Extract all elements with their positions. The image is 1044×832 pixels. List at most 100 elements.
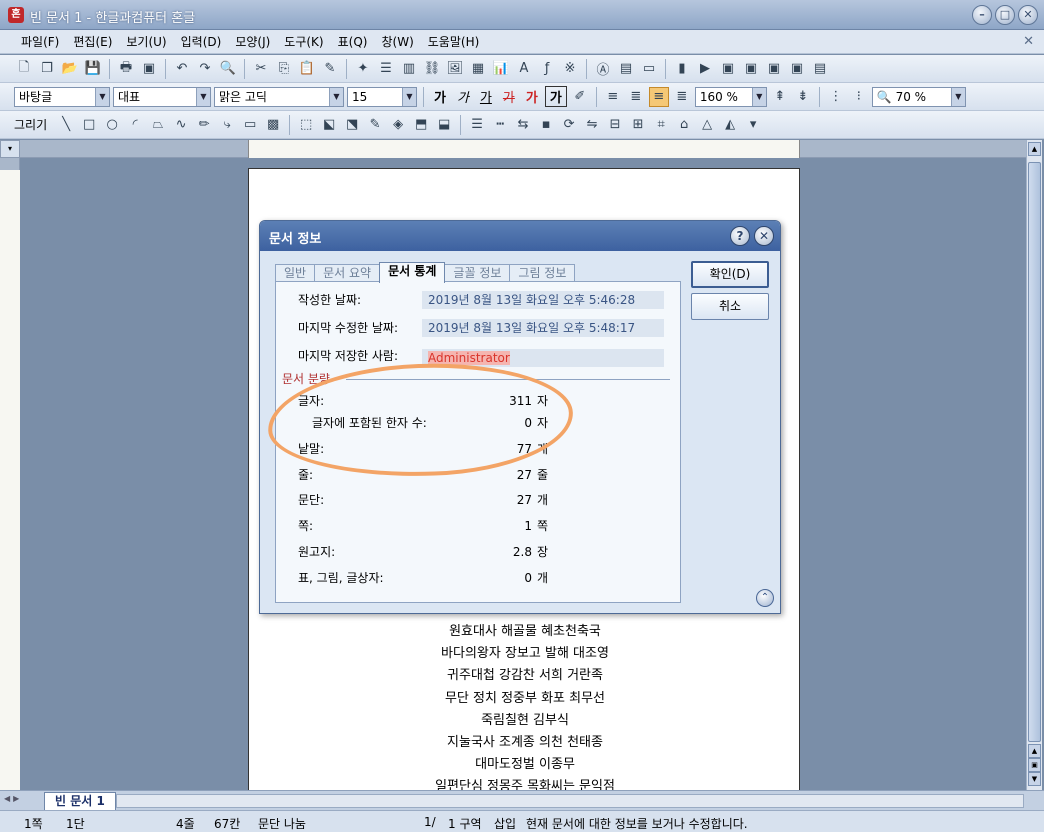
font-combo[interactable]: 맑은 고딕 ▼ (214, 86, 344, 107)
align-objects-icon[interactable]: ⊟ (605, 115, 625, 135)
bring-front-icon[interactable]: ⬒ (411, 115, 431, 135)
menu-tools[interactable]: 도구(K) (277, 33, 330, 50)
bold-button[interactable]: 가 (430, 87, 450, 106)
distribute-icon[interactable]: ⊞ (628, 115, 648, 135)
textbox-draw-icon[interactable]: ▭ (240, 115, 260, 135)
select-icon[interactable]: ⬚ (296, 115, 316, 135)
dialog-expand-icon[interactable]: ⌃ (756, 589, 774, 607)
line-color-icon[interactable]: ✎ (365, 115, 385, 135)
fill-icon[interactable]: ◭ (720, 115, 740, 135)
chart-icon[interactable]: 📊 (491, 59, 511, 79)
cancel-button[interactable]: 취소 (691, 293, 769, 320)
dialog-title-bar[interactable]: 문서 정보 ? ✕ (260, 221, 780, 251)
preview-icon[interactable]: ▣ (139, 59, 159, 79)
char-spacing-combo[interactable]: 160 % ▼ (694, 86, 767, 107)
format-painter-icon[interactable]: ✎ (320, 59, 340, 79)
dash-style-icon[interactable]: ┅ (490, 115, 510, 135)
italic-button[interactable]: 가 (453, 87, 473, 106)
menu-file[interactable]: 파일(F) (14, 33, 66, 50)
align-center-icon[interactable]: ≡ (648, 86, 669, 107)
fill-color-icon[interactable]: ◈ (388, 115, 408, 135)
menu-help[interactable]: 도움말(H) (421, 33, 487, 50)
table-icon[interactable]: ▦ (468, 59, 488, 79)
shade-button[interactable]: 가 (544, 86, 567, 107)
scroll-up-icon[interactable]: ▲ (1028, 142, 1041, 156)
effects-icon[interactable]: △ (697, 115, 717, 135)
page-2-icon[interactable]: ▣ (741, 59, 761, 79)
dialog-close-icon[interactable]: ✕ (754, 226, 774, 246)
curve-icon[interactable]: ∿ (171, 115, 191, 135)
minimize-icon[interactable]: – (972, 5, 992, 25)
menu-format[interactable]: 모양(J) (228, 33, 277, 50)
paste-icon[interactable]: 📋 (297, 59, 317, 79)
print-icon[interactable]: 🖶 (116, 59, 136, 79)
text-art-icon[interactable]: A (514, 59, 534, 79)
menu-view[interactable]: 보기(U) (119, 33, 173, 50)
style-icon[interactable]: ✦ (353, 59, 373, 79)
ellipse-icon[interactable]: ○ (102, 115, 122, 135)
crop-icon[interactable]: ⌗ (651, 115, 671, 135)
strike-button[interactable]: 가 (499, 87, 519, 106)
font-size-combo[interactable]: 15 ▼ (347, 86, 417, 107)
bullet-list-icon[interactable]: ⁝ (849, 87, 869, 107)
chevron-down-icon[interactable]: ▼ (751, 87, 766, 106)
copy-icon[interactable]: ⎘ (274, 59, 294, 79)
line-style-icon[interactable]: ☰ (467, 115, 487, 135)
indent-up-icon[interactable]: ⇞ (770, 87, 790, 107)
textbox-icon[interactable]: Ⓐ (593, 59, 613, 79)
tab-document-1[interactable]: 빈 문서 1 (44, 792, 116, 810)
vertical-scrollbar[interactable]: ▲ ▲ ▣ ▼ (1026, 140, 1042, 790)
open-folder-icon[interactable]: 📂 (60, 59, 80, 79)
chevron-down-icon[interactable]: ▼ (329, 87, 343, 106)
font-lang-combo[interactable]: 대표 ▼ (113, 86, 211, 107)
chevron-down-icon[interactable]: ▼ (402, 87, 416, 106)
chevron-down-icon[interactable]: ▼ (196, 87, 210, 106)
horizontal-scrollbar[interactable] (116, 794, 1024, 808)
zoom-combo[interactable]: 🔍 70 % ▼ (871, 86, 966, 107)
formula-icon[interactable]: ƒ (537, 59, 557, 79)
new-window-icon[interactable]: ❐ (37, 59, 57, 79)
arc-icon[interactable]: ◜ (125, 115, 145, 135)
menu-table[interactable]: 표(Q) (331, 33, 375, 50)
horizontal-ruler[interactable] (20, 140, 1026, 158)
numbered-list-icon[interactable]: ⋮ (826, 87, 846, 107)
columns-icon[interactable]: ▥ (399, 59, 419, 79)
arrow-style-icon[interactable]: ⇆ (513, 115, 533, 135)
link-icon[interactable]: ⛓ (422, 59, 442, 79)
prev-page-icon[interactable]: ▲ (1028, 744, 1041, 758)
ungroup-icon[interactable]: ⬔ (342, 115, 362, 135)
rectangle-icon[interactable]: □ (79, 115, 99, 135)
ruler-corner[interactable]: ▾ (0, 140, 20, 158)
next-page-icon[interactable]: ▼ (1028, 772, 1041, 786)
polygon-icon[interactable]: ⏢ (148, 115, 168, 135)
underline-button[interactable]: 가 (476, 87, 496, 106)
save-icon[interactable]: 💾 (83, 59, 103, 79)
new-doc-icon[interactable]: 🗋 (14, 59, 34, 79)
chevron-down-icon[interactable]: ▼ (950, 87, 965, 106)
draw-menu-button[interactable]: 그리기 (14, 116, 53, 133)
status-mode[interactable]: 삽입 (494, 815, 516, 832)
page-1-icon[interactable]: ▣ (718, 59, 738, 79)
3d-icon[interactable]: ⌂ (674, 115, 694, 135)
rotate-icon[interactable]: ⟳ (559, 115, 579, 135)
tab-nav-arrows-icon[interactable]: ◀▶ (4, 794, 22, 803)
group-icon[interactable]: ⬕ (319, 115, 339, 135)
menu-window[interactable]: 창(W) (374, 33, 420, 50)
tab-statistics[interactable]: 문서 통계 (379, 262, 446, 283)
scroll-thumb[interactable] (1028, 162, 1041, 742)
flip-icon[interactable]: ⇋ (582, 115, 602, 135)
more-icon[interactable]: ▾ (743, 115, 763, 135)
style-combo[interactable]: 바탕글 ▼ (14, 86, 110, 107)
app-icon[interactable]: 혼 (8, 7, 24, 23)
indent-down-icon[interactable]: ⇟ (793, 87, 813, 107)
redo-icon[interactable]: ↷ (195, 59, 215, 79)
font-color-button[interactable]: 가 (522, 87, 542, 106)
pdf-icon[interactable]: ▤ (810, 59, 830, 79)
doc-close-icon[interactable]: ✕ (1023, 34, 1034, 49)
doc-icon[interactable]: ▤ (616, 59, 636, 79)
bookmark-icon[interactable]: ▮ (672, 59, 692, 79)
vertical-ruler[interactable] (0, 158, 20, 800)
memo-icon[interactable]: ▭ (639, 59, 659, 79)
find-icon[interactable]: 🔍 (218, 59, 238, 79)
menu-insert[interactable]: 입력(D) (174, 33, 229, 50)
